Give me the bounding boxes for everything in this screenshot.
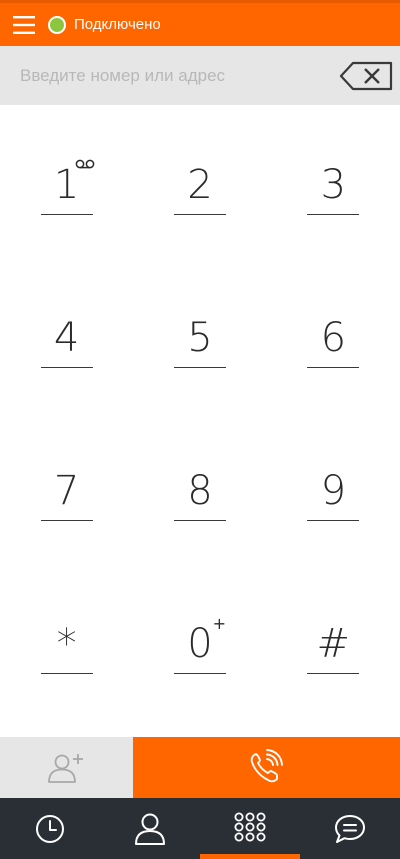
key-underline: [173, 214, 226, 215]
status-indicator: [48, 15, 66, 34]
tab-chat[interactable]: [300, 798, 400, 859]
chat-icon: [335, 814, 365, 843]
call-button[interactable]: [133, 737, 400, 798]
key-underline: [173, 367, 226, 368]
key-0-digit: 0: [187, 621, 213, 667]
dialpad-icon: [234, 812, 266, 841]
action-bar: [0, 737, 400, 798]
tab-history[interactable]: [0, 798, 100, 859]
menu-button[interactable]: [0, 3, 48, 46]
key-5-digit: 5: [187, 315, 213, 361]
top-bar: Подключено: [0, 0, 400, 46]
key-hash[interactable]: #: [267, 584, 400, 737]
add-contact-icon: [47, 753, 83, 783]
dialpad: 1 2 3 4 5 6 7 8 9 * 0 + #: [0, 105, 400, 737]
add-contact-button[interactable]: [0, 737, 133, 798]
key-7[interactable]: 7: [0, 431, 133, 584]
voicemail-icon: [75, 159, 95, 169]
key-0[interactable]: 0 +: [133, 584, 266, 737]
key-6-digit: 6: [320, 315, 347, 361]
key-4-digit: 4: [53, 315, 80, 361]
key-underline: [40, 214, 93, 215]
person-icon: [135, 813, 165, 845]
key-hash-digit: #: [316, 621, 351, 667]
key-6[interactable]: 6: [267, 278, 400, 431]
address-bar: [0, 46, 400, 105]
key-underline: [307, 367, 360, 368]
key-0-plus: +: [212, 614, 226, 633]
call-icon: [250, 748, 283, 782]
key-underline: [307, 520, 360, 521]
menu-icon: [13, 15, 35, 34]
key-3[interactable]: 3: [267, 125, 400, 278]
clock-icon: [36, 814, 64, 843]
key-3-digit: 3: [320, 162, 347, 208]
key-8-digit: 8: [187, 468, 213, 514]
key-2[interactable]: 2: [133, 125, 266, 278]
key-2-digit: 2: [187, 162, 213, 208]
key-underline: [40, 367, 93, 368]
status-label: Подключено: [74, 16, 161, 33]
key-underline: [40, 673, 93, 674]
key-underline: [173, 520, 226, 521]
key-underline: [307, 214, 360, 215]
key-underline: [307, 673, 360, 674]
key-underline: [40, 520, 93, 521]
key-1[interactable]: 1: [0, 125, 133, 278]
backspace-icon: [339, 61, 393, 90]
tab-dialpad[interactable]: [200, 798, 300, 859]
key-star-digit: *: [56, 621, 77, 667]
key-star[interactable]: *: [0, 584, 133, 737]
key-4[interactable]: 4: [0, 278, 133, 431]
key-8[interactable]: 8: [133, 431, 266, 584]
tab-contacts[interactable]: [100, 798, 200, 859]
address-input[interactable]: [0, 46, 332, 105]
key-5[interactable]: 5: [133, 278, 266, 431]
bottom-nav: [0, 798, 400, 859]
key-7-digit: 7: [53, 468, 80, 514]
key-9-digit: 9: [320, 468, 347, 514]
backspace-button[interactable]: [332, 46, 400, 105]
key-9[interactable]: 9: [267, 431, 400, 584]
key-underline: [173, 673, 226, 674]
